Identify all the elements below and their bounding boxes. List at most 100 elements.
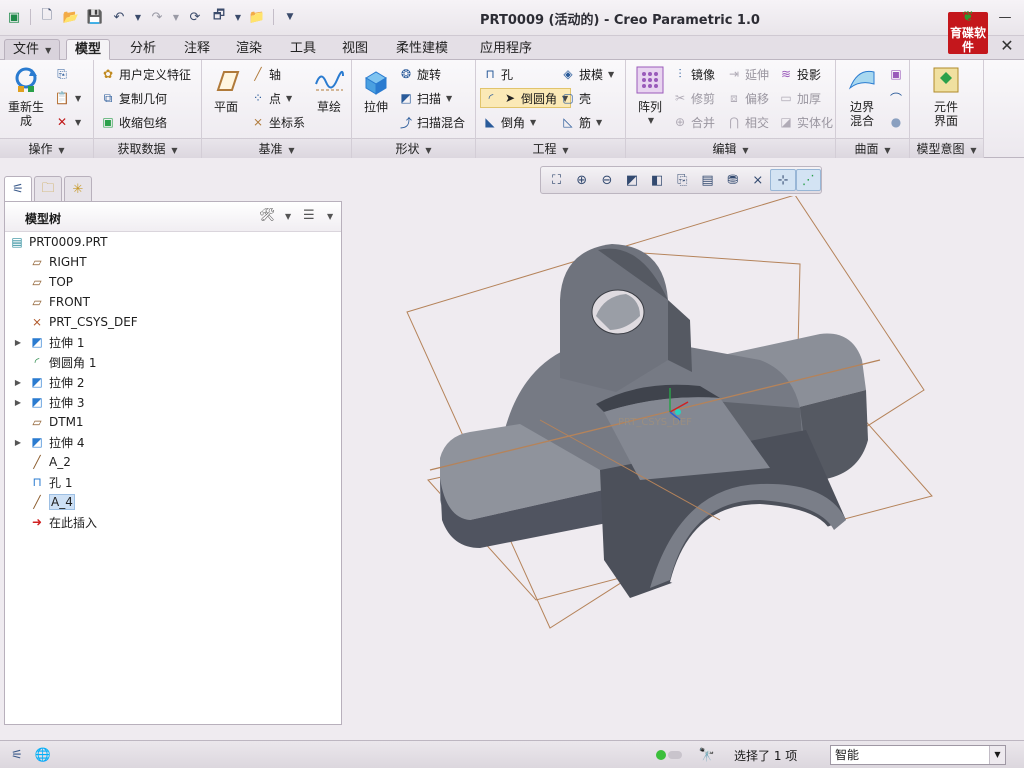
tree-item[interactable]: ⨯ PRT_CSYS_DEF xyxy=(5,312,341,332)
close-icon[interactable]: ✕ xyxy=(998,38,1016,54)
tab-tools[interactable]: 工具 xyxy=(282,39,324,60)
tree-item[interactable]: ▱ FRONT xyxy=(5,292,341,312)
app-icon[interactable]: ▣ xyxy=(4,7,24,27)
trim-button[interactable]: ✂ 修剪 xyxy=(672,88,715,108)
open-folder-icon[interactable]: 📂 xyxy=(61,7,81,27)
fill-surface-icon[interactable]: ▣ xyxy=(888,64,904,84)
tab-analysis[interactable]: 分析 xyxy=(122,39,164,60)
new-file-icon[interactable]: 🗋 xyxy=(37,7,57,27)
spin-center-icon[interactable]: ⊹ xyxy=(770,169,796,191)
project-button[interactable]: ≋ 投影 xyxy=(778,64,821,84)
datum-display-icon[interactable]: ⨯ xyxy=(745,169,770,191)
regenerate-icon[interactable]: ⟳ xyxy=(185,7,205,27)
copy-geometry-button[interactable]: ⧉ 复制几何 xyxy=(100,88,167,108)
perspective-icon[interactable]: ⛃ xyxy=(720,169,745,191)
delete-icon[interactable]: ✕ ▼ xyxy=(54,112,81,132)
tab-folder-browser[interactable]: 🗀 xyxy=(34,176,62,202)
tab-applications[interactable]: 应用程序 xyxy=(472,39,540,60)
rib-button[interactable]: ◺ 筋 ▼ xyxy=(560,112,602,132)
user-defined-feature-button[interactable]: ✿ 用户定义特征 xyxy=(100,64,191,84)
point-button[interactable]: ⁘ 点 ▼ xyxy=(250,88,292,108)
refit-icon[interactable]: ⛶ xyxy=(544,169,569,191)
redo-dropdown-icon[interactable]: ▼ xyxy=(171,7,181,27)
solidify-button[interactable]: ◪ 实体化 xyxy=(778,112,833,132)
tab-view[interactable]: 视图 xyxy=(334,39,376,60)
mirror-button[interactable]: ⫶ 镜像 xyxy=(672,64,715,84)
offset-button[interactable]: ⧈ 偏移 xyxy=(726,88,769,108)
customize-qat-icon[interactable]: ▼ xyxy=(280,7,300,27)
selection-filter-select[interactable]: 智能 ▼ xyxy=(830,745,1006,765)
revolve-button[interactable]: ❂ 旋转 xyxy=(398,64,441,84)
display-style-icon[interactable]: ◧ xyxy=(645,169,670,191)
tree-item[interactable]: ▤ PRT0009.PRT xyxy=(5,232,341,252)
tree-item[interactable]: ╱ A_4 xyxy=(5,492,341,512)
saved-views-icon[interactable]: ⎘ xyxy=(670,169,695,191)
hole-button[interactable]: ⊓ 孔 xyxy=(482,64,513,84)
redo-icon[interactable]: ↷ xyxy=(147,7,167,27)
group-label-model-intent[interactable]: 模型意图 ▼ xyxy=(910,138,983,158)
tree-settings-dropdown-icon[interactable]: ▼ xyxy=(285,212,291,230)
repaint-icon[interactable]: ◩ xyxy=(619,169,644,191)
tree-item[interactable]: ▶ ◩ 拉伸 1 xyxy=(5,332,341,352)
tree-settings-icon[interactable]: 🛠 xyxy=(259,208,276,226)
sweep-button[interactable]: ◩ 扫描 ▼ xyxy=(398,88,452,108)
merge-button[interactable]: ⊕ 合并 xyxy=(672,112,715,132)
tab-annotate[interactable]: 注释 xyxy=(176,39,218,60)
sketch-button[interactable]: 草绘 xyxy=(312,64,346,114)
minimize-icon[interactable]: — xyxy=(996,10,1014,26)
save-icon[interactable]: 💾 xyxy=(85,7,105,27)
expand-arrow-icon[interactable]: ▶ xyxy=(13,398,23,407)
group-label-engineering[interactable]: 工程 ▼ xyxy=(476,138,625,158)
tree-item[interactable]: ▱ TOP xyxy=(5,272,341,292)
zoom-in-icon[interactable]: ⊕ xyxy=(569,169,594,191)
boundary-blend-button[interactable]: 边界混合 xyxy=(842,64,882,128)
graphics-window[interactable]: PRT_CSYS_DEF xyxy=(344,196,1024,736)
tree-item[interactable]: ➜ 在此插入 xyxy=(5,512,341,532)
expand-arrow-icon[interactable]: ▶ xyxy=(13,438,23,447)
tree-item[interactable]: ⊓ 孔 1 xyxy=(5,472,341,492)
shrinkwrap-button[interactable]: ▣ 收缩包络 xyxy=(100,112,167,132)
group-label-surfaces[interactable]: 曲面 ▼ xyxy=(836,138,909,158)
axis-button[interactable]: ╱ 轴 xyxy=(250,64,281,84)
expand-arrow-icon[interactable]: ▶ xyxy=(13,338,23,347)
windows-icon[interactable]: 🗗 xyxy=(209,7,229,27)
intersect-button[interactable]: ⋂ 相交 xyxy=(726,112,769,132)
navigator-toggle-icon[interactable]: ⚟ xyxy=(6,745,28,765)
style-icon[interactable]: ⌒ xyxy=(888,88,904,108)
component-interface-button[interactable]: 元件界面 xyxy=(926,64,966,128)
annotation-display-icon[interactable]: ⋰ xyxy=(795,169,821,191)
tree-item[interactable]: ▱ RIGHT xyxy=(5,252,341,272)
tree-columns-icon[interactable]: ☰ xyxy=(303,208,315,226)
view-manager-icon[interactable]: ▤ xyxy=(695,169,720,191)
copy-icon[interactable]: ⎘ xyxy=(54,64,70,84)
regenerate-button[interactable]: 重新生成 xyxy=(6,64,46,128)
undo-dropdown-icon[interactable]: ▼ xyxy=(133,7,143,27)
extend-button[interactable]: ⇥ 延伸 xyxy=(726,64,769,84)
group-label-editing[interactable]: 编辑 ▼ xyxy=(626,138,835,158)
round-button[interactable]: ◜ ➤ 倒圆角 ▼ xyxy=(480,88,572,108)
tab-file[interactable]: 文件 ▼ xyxy=(4,39,61,60)
freestyle-icon[interactable]: ● xyxy=(888,112,904,132)
tree-item[interactable]: ▶ ◩ 拉伸 2 xyxy=(5,372,341,392)
zoom-out-icon[interactable]: ⊖ xyxy=(594,169,619,191)
tree-item[interactable]: ▶ ◩ 拉伸 3 xyxy=(5,392,341,412)
pattern-button[interactable]: 阵列 ▼ xyxy=(632,64,668,128)
tree-item[interactable]: ◜ 倒圆角 1 xyxy=(5,352,341,372)
tree-columns-dropdown-icon[interactable]: ▼ xyxy=(327,212,333,230)
shell-button[interactable]: ▢ 壳 xyxy=(560,88,591,108)
windows-dropdown-icon[interactable]: ▼ xyxy=(233,7,243,27)
paste-icon[interactable]: 📋 ▼ xyxy=(54,88,82,108)
tab-model-tree[interactable]: ⚟ xyxy=(4,176,32,202)
expand-arrow-icon[interactable]: ▶ xyxy=(13,378,23,387)
chamfer-button[interactable]: ◣ 倒角 ▼ xyxy=(482,112,536,132)
undo-icon[interactable]: ↶ xyxy=(109,7,129,27)
browser-toggle-icon[interactable]: 🌐 xyxy=(32,745,54,765)
tab-favorites[interactable]: ✳ xyxy=(64,176,92,202)
thicken-button[interactable]: ▭ 加厚 xyxy=(778,88,821,108)
group-label-shapes[interactable]: 形状 ▼ xyxy=(352,138,475,158)
tree-item[interactable]: ▶ ◩ 拉伸 4 xyxy=(5,432,341,452)
tab-render[interactable]: 渲染 xyxy=(228,39,270,60)
tree-item[interactable]: ╱ A_2 xyxy=(5,452,341,472)
tab-model[interactable]: 模型 xyxy=(66,39,111,60)
close-window-icon[interactable]: 📁 xyxy=(247,7,267,27)
